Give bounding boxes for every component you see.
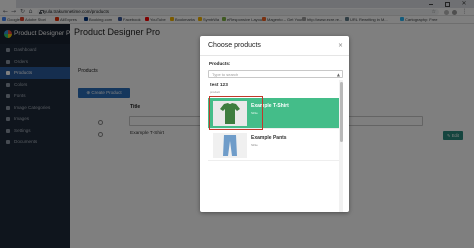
modal-header: Choose products × — [200, 36, 349, 56]
modal-title: Choose products — [208, 42, 261, 49]
annotation-highlight-box — [209, 96, 263, 130]
results-scrollbar[interactable] — [339, 80, 343, 212]
result-name: Example Pants — [251, 135, 287, 141]
chevron-up-icon: ▲ — [336, 72, 340, 77]
pants-icon — [223, 135, 237, 156]
result-subtitle: product — [210, 90, 221, 94]
close-icon[interactable]: × — [338, 36, 343, 56]
result-item-example-pants[interactable]: Example Pants Slrtie — [208, 130, 339, 161]
product-search-input[interactable]: Type to search ▲ — [208, 70, 343, 78]
products-label: Products: — [209, 61, 231, 66]
search-placeholder: Type to search — [212, 72, 239, 77]
scrollbar-thumb[interactable] — [339, 82, 343, 142]
pants-thumbnail — [213, 133, 247, 158]
result-item-test-123[interactable]: test 123 — [210, 83, 228, 88]
result-subtitle: Slrtie — [251, 143, 258, 147]
